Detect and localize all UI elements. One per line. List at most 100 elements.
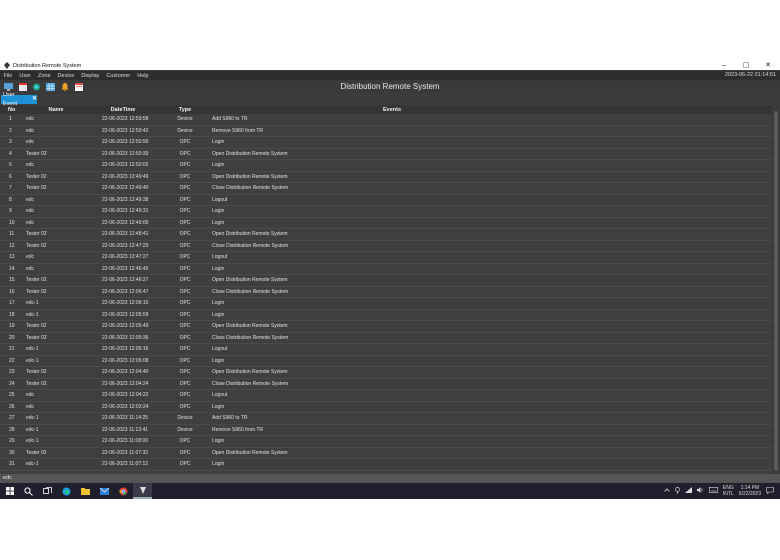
menu-user[interactable]: User	[16, 73, 35, 79]
chrome-icon[interactable]	[114, 483, 133, 499]
table-row[interactable]: 6 Tester 02 22-06-2023 12:49:49 OPC Open Dis…	[0, 172, 772, 183]
cell-event: Login	[212, 311, 225, 318]
search-icon[interactable]	[19, 483, 38, 499]
chevron-up-icon[interactable]	[664, 488, 670, 494]
tab-user-event[interactable]: User Event ✕	[1, 92, 37, 107]
cell-name: edc	[26, 139, 35, 146]
cell-no: 30	[9, 449, 15, 456]
column-header-datetime[interactable]: DateTime	[86, 107, 160, 113]
network-icon[interactable]	[684, 487, 692, 495]
table-header: No Name DateTime Type Events	[0, 105, 772, 114]
cell-type: OPC	[179, 449, 191, 456]
cell-type: Device	[177, 127, 193, 134]
menu-file[interactable]: File	[0, 73, 16, 79]
table-row[interactable]: 13 edc 22-06-2023 12:47:27 OPC Logout	[0, 252, 772, 264]
menu-customer[interactable]: Customer	[103, 73, 134, 79]
close-tab-icon[interactable]: ✕	[32, 95, 37, 104]
table-row[interactable]: 19 Tester 02 22-06-2023 12:05:49 OPC Open Di…	[0, 321, 772, 333]
table-icon[interactable]	[45, 82, 56, 92]
menu-display[interactable]: Display	[78, 73, 103, 79]
cell-datetime: 22-06-2023 12:49:40	[102, 185, 149, 192]
menu-device[interactable]: Device	[54, 73, 78, 79]
keyboard-icon[interactable]	[708, 487, 718, 495]
column-header-name[interactable]: Name	[22, 107, 86, 113]
vertical-scrollbar[interactable]	[773, 105, 779, 474]
table-row[interactable]: 30 Tester 02 22-06-2023 11:07:32 OPC Open Di…	[0, 448, 772, 459]
edge-browser-icon[interactable]	[57, 483, 76, 499]
cell-datetime: 22-06-2023 12:49:00	[102, 219, 149, 226]
table-row[interactable]: 7 Tester 02 22-06-2023 12:49:40 OPC Close Di…	[0, 183, 772, 195]
scrollbar-thumb[interactable]	[774, 111, 778, 471]
cell-event: Login	[212, 162, 225, 169]
mail-icon[interactable]	[95, 483, 114, 499]
minimize-button[interactable]: –	[718, 61, 730, 70]
notification-icon[interactable]	[766, 486, 774, 496]
table-row[interactable]: 29 edc-1 22-06-2023 11:08:00 OPC Login	[0, 436, 772, 448]
table-row[interactable]: 24 Tester 02 22-06-2023 12:04:24 OPC Close D…	[0, 379, 772, 390]
cell-name: edc	[26, 219, 35, 226]
cell-name: edc-1	[26, 346, 39, 353]
menu-zone[interactable]: Zone	[35, 73, 55, 79]
cell-datetime: 22-06-2023 12:05:49	[102, 323, 149, 330]
cell-event: Logout	[212, 254, 228, 261]
report-icon[interactable]	[73, 82, 84, 92]
table-row[interactable]: 16 Tester 02 22-06-2023 12:06:47 OPC Close D…	[0, 287, 772, 298]
taskbar-clock[interactable]: 1:14 PM 6/22/2023	[739, 485, 761, 497]
cell-datetime: 22-06-2023 12:47:27	[102, 254, 149, 261]
cell-event: Login	[212, 357, 225, 364]
maximize-button[interactable]: ▢	[740, 61, 752, 70]
file-explorer-icon[interactable]	[76, 483, 95, 499]
table-row[interactable]: 4 Tester 02 22-06-2023 12:50:39 OPC Open Dis…	[0, 149, 772, 160]
window-controls: – ▢ ✕	[718, 61, 774, 70]
map-icon[interactable]	[31, 82, 42, 92]
close-button[interactable]: ✕	[762, 61, 774, 70]
bell-icon[interactable]	[59, 82, 70, 92]
cell-event: Close Distribution Remote System	[212, 185, 289, 192]
column-header-no[interactable]: No	[0, 107, 22, 113]
table-row[interactable]: 14 edc 22-06-2023 12:46:45 OPC Login	[0, 264, 772, 275]
table-row[interactable]: 22 edc-1 22-06-2023 12:05:08 OPC Login	[0, 356, 772, 367]
cell-datetime: 22-06-2023 11:07:12	[102, 461, 149, 468]
menu-help[interactable]: Help	[134, 73, 152, 79]
table-row[interactable]: 17 edc-1 22-06-2023 12:06:15 OPC Login	[0, 298, 772, 310]
table-row[interactable]: 3 edc 22-06-2023 12:50:50 OPC Login	[0, 137, 772, 149]
table-row[interactable]: 8 edc 22-06-2023 12:49:38 OPC Logout	[0, 195, 772, 206]
table-row[interactable]: 20 Tester 02 22-06-2023 12:05:36 OPC Close D…	[0, 333, 772, 344]
table-row[interactable]: 18 edc-1 22-06-2023 12:05:59 OPC Login	[0, 310, 772, 321]
table-row[interactable]: 28 edc-1 22-06-2023 11:13:41 Device Remove S…	[0, 425, 772, 436]
task-view-icon[interactable]	[38, 483, 57, 499]
column-header-events[interactable]: Events	[210, 107, 772, 113]
cell-no: 7	[9, 185, 12, 192]
table-row[interactable]: 23 Tester 02 22-06-2023 12:04:40 OPC Open Di…	[0, 367, 772, 379]
table-row[interactable]: 27 edc-1 22-06-2023 11:14:25 Device Add S960…	[0, 413, 772, 425]
cell-datetime: 22-06-2023 12:05:36	[102, 334, 149, 341]
volume-icon[interactable]	[696, 487, 704, 495]
cell-datetime: 22-06-2023 12:05:59	[102, 311, 149, 318]
language-indicator[interactable]: ENG INTL	[723, 485, 734, 497]
column-header-type[interactable]: Type	[160, 107, 210, 113]
cell-event: Login	[212, 438, 225, 445]
table-row[interactable]: 25 edc 22-06-2023 12:04:22 OPC Logout	[0, 390, 772, 402]
cell-event: Login	[212, 208, 225, 215]
cell-no: 6	[9, 173, 12, 180]
table-body: 1 edc 22-06-2023 12:59:58 Device Add S960 to…	[0, 114, 772, 471]
table-row[interactable]: 5 edc 22-06-2023 12:50:02 OPC Login	[0, 160, 772, 172]
table-row[interactable]: 10 edc 22-06-2023 12:49:00 OPC Login	[0, 218, 772, 229]
table-row[interactable]: 11 Tester 02 22-06-2023 12:48:41 OPC Open Di…	[0, 229, 772, 241]
table-row[interactable]: 21 edc-1 22-06-2023 12:05:16 OPC Logout	[0, 344, 772, 356]
location-icon[interactable]	[675, 486, 680, 496]
table-row[interactable]: 15 Tester 02 22-06-2023 12:46:27 OPC Open Di…	[0, 275, 772, 287]
cell-name: edc-1	[26, 438, 39, 445]
table-row[interactable]: 31 edc-1 22-06-2023 11:07:12 OPC Login	[0, 459, 772, 471]
cell-event: Open Distribution Remote System	[212, 369, 288, 376]
app-icon[interactable]	[133, 483, 152, 499]
table-row[interactable]: 9 edc 22-06-2023 12:49:31 OPC Login	[0, 206, 772, 218]
table-row[interactable]: 12 Tester 02 22-06-2023 12:47:29 OPC Close D…	[0, 241, 772, 252]
cell-no: 31	[9, 461, 15, 468]
cell-no: 26	[9, 403, 15, 410]
table-row[interactable]: 2 edc 22-06-2023 12:59:42 Device Remove S960…	[0, 126, 772, 137]
table-row[interactable]: 26 edc 22-06-2023 12:03:24 OPC Login	[0, 402, 772, 413]
table-row[interactable]: 1 edc 22-06-2023 12:59:58 Device Add S960 to…	[0, 114, 772, 126]
cell-event: Open Distribution Remote System	[212, 277, 288, 284]
windows-start-icon[interactable]	[0, 483, 19, 499]
